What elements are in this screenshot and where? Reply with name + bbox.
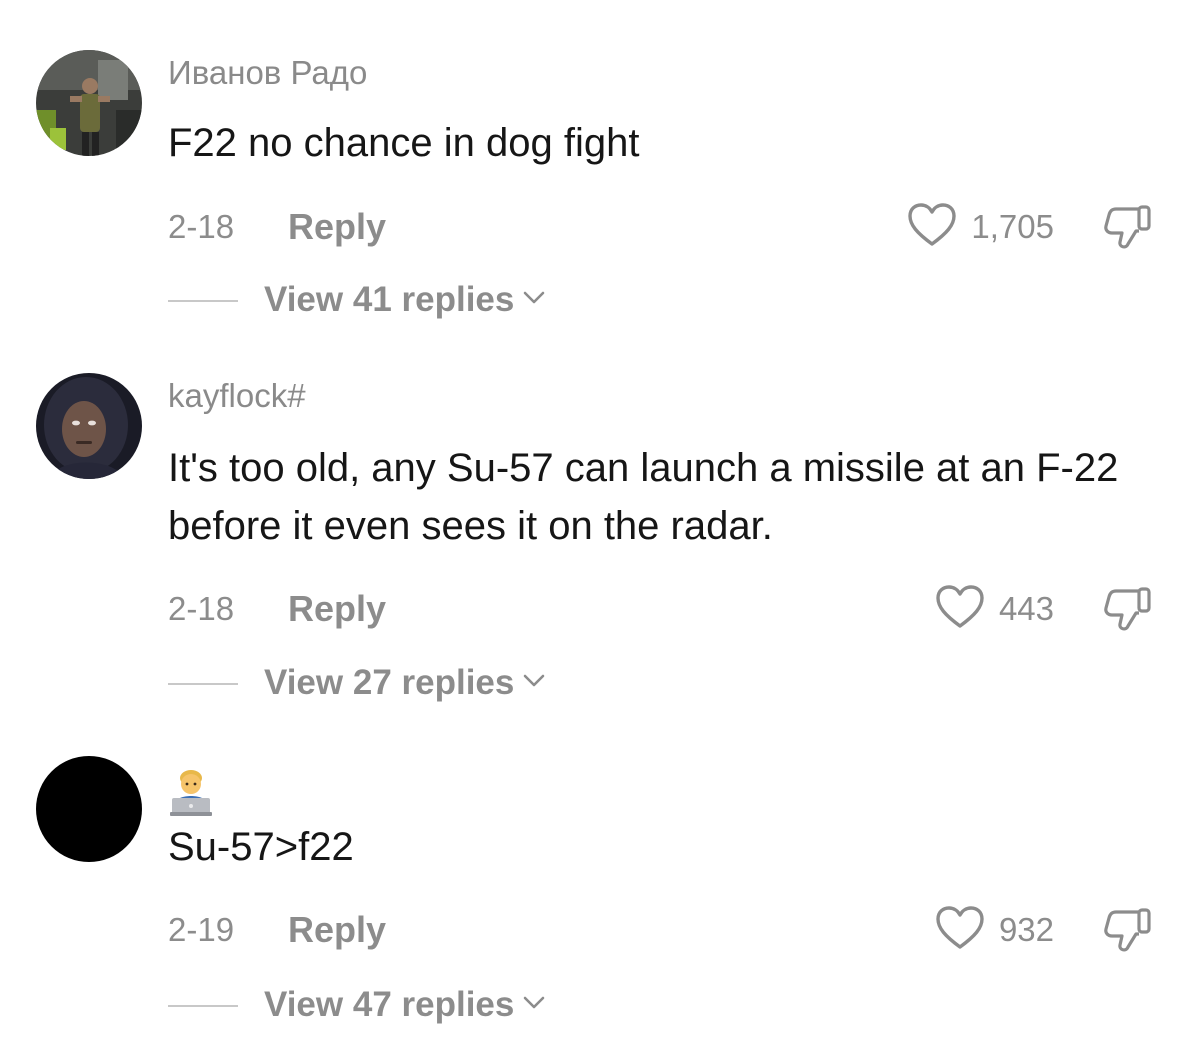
divider <box>168 300 238 302</box>
thumbs-down-outline-icon[interactable] <box>1102 584 1154 639</box>
like-button[interactable]: 1,705 <box>907 202 1054 252</box>
comment-text: Su-57>f22 <box>168 825 354 869</box>
username[interactable]: kayflock# <box>168 377 306 415</box>
heart-outline-icon[interactable] <box>907 202 957 253</box>
chevron-down-icon[interactable] <box>522 673 546 694</box>
heart-outline-icon[interactable] <box>935 905 985 956</box>
comment-actions: 2-19 Reply 932 <box>0 905 1200 955</box>
divider <box>168 683 238 685</box>
view-replies-button[interactable]: View 41 replies <box>264 280 546 320</box>
username[interactable]: Иванов Радо <box>168 54 367 92</box>
comment-actions: 2-18 Reply 1,705 <box>0 202 1200 252</box>
like-count: 443 <box>998 590 1054 627</box>
like-button[interactable]: 932 <box>935 905 1054 955</box>
view-replies-button[interactable]: View 47 replies <box>264 985 546 1025</box>
technologist-emoji-icon[interactable] <box>168 768 214 823</box>
thumbs-down-outline-icon[interactable] <box>1102 202 1154 257</box>
comment-text: F22 no chance in dog fight <box>168 121 640 165</box>
chevron-down-icon[interactable] <box>522 290 546 311</box>
avatar[interactable] <box>36 50 142 156</box>
view-replies-label[interactable]: View 41 replies <box>264 280 514 320</box>
avatar[interactable] <box>36 756 142 862</box>
divider <box>168 1005 238 1007</box>
view-replies: View 47 replies <box>0 981 1200 1031</box>
comment-date: 2-19 <box>168 911 235 948</box>
avatar[interactable] <box>36 373 142 479</box>
like-count: 1,705 <box>971 208 1054 245</box>
reply-button[interactable]: Reply <box>288 588 386 630</box>
comment-date: 2-18 <box>168 590 235 627</box>
comment-actions: 2-18 Reply 443 <box>0 584 1200 634</box>
view-replies-label[interactable]: View 27 replies <box>264 663 514 703</box>
view-replies: View 41 replies <box>0 276 1200 326</box>
view-replies-label[interactable]: View 47 replies <box>264 985 514 1025</box>
chevron-down-icon[interactable] <box>522 995 546 1016</box>
comment-date: 2-18 <box>168 208 235 245</box>
thumbs-down-outline-icon[interactable] <box>1102 905 1154 960</box>
comment-text: It's too old, any Su-57 can launch a mis… <box>168 446 1119 548</box>
reply-button[interactable]: Reply <box>288 206 386 248</box>
heart-outline-icon[interactable] <box>935 584 985 635</box>
view-replies: View 27 replies <box>0 659 1200 709</box>
view-replies-button[interactable]: View 27 replies <box>264 663 546 703</box>
reply-button[interactable]: Reply <box>288 909 386 951</box>
like-button[interactable]: 443 <box>935 584 1054 634</box>
like-count: 932 <box>998 911 1054 948</box>
